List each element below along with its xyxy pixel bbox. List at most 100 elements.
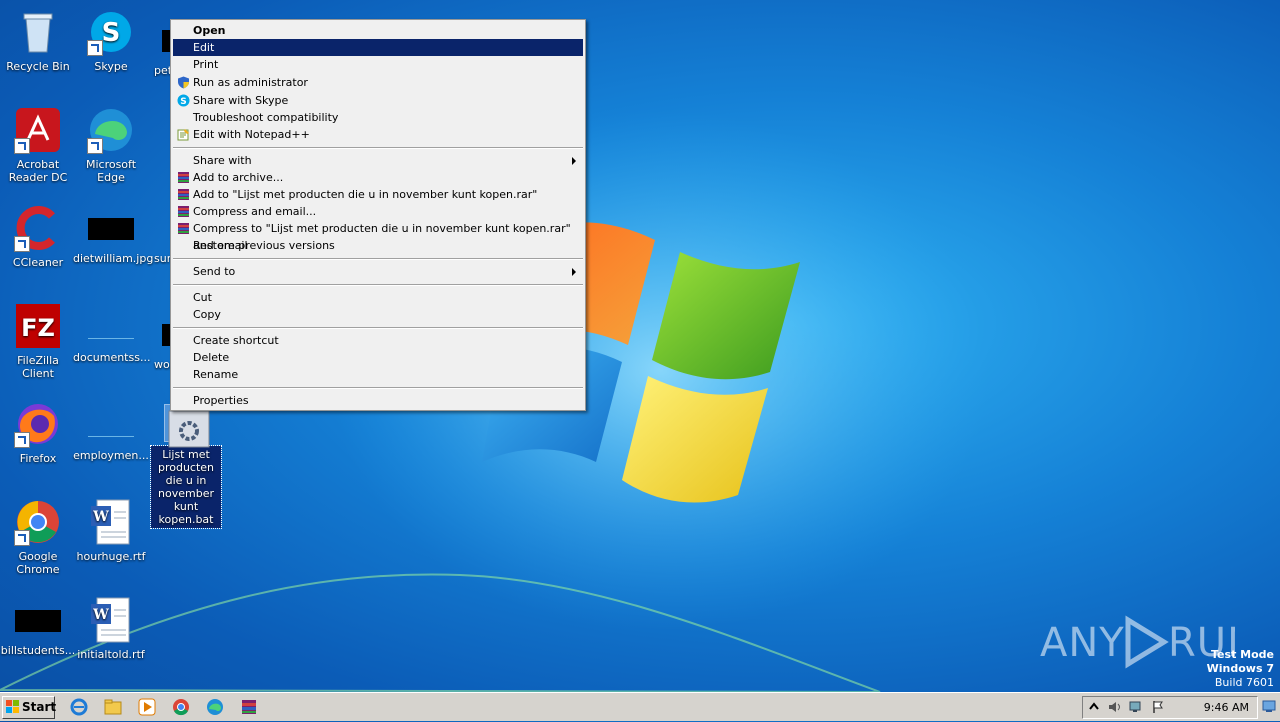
desktop-icon-label: billstudents... [0, 644, 76, 657]
menu-separator [173, 327, 583, 329]
desktop-icon-label: Recycle Bin [6, 60, 70, 73]
desktop-icon-hourhuge[interactable]: W hourhuge.rtf [73, 498, 149, 563]
winrar-icon [178, 206, 189, 217]
menu-item-label: Run as administrator [193, 76, 308, 89]
taskbar: Start 9:46 AM [0, 692, 1280, 721]
system-tray: 9:46 AM [1082, 696, 1258, 719]
desktop-icon-edge[interactable]: Microsoft Edge [73, 106, 149, 184]
image-thumbnail [88, 218, 134, 240]
desktop-icon-label: FileZilla Client [17, 354, 59, 380]
test-mode-watermark: Test Mode Windows 7 Build 7601 [1207, 648, 1274, 690]
quicklaunch-edge[interactable] [202, 696, 228, 718]
desktop-icon-dietwilliam[interactable]: dietwilliam.jpg [73, 204, 154, 265]
menu-item-label: Rename [193, 368, 239, 381]
menu-item-open[interactable]: Open [173, 22, 583, 39]
desktop-icon-documentss[interactable]: documentss... [73, 302, 151, 364]
context-menu: Open Edit Print Run as administrator S S… [170, 19, 586, 411]
menu-item-compress-to-rar-email[interactable]: Compress to "Lijst met producten die u i… [173, 220, 583, 252]
menu-item-print[interactable]: Print [173, 56, 583, 73]
menu-item-delete[interactable]: Delete [173, 349, 583, 366]
desktop-icon-recycle-bin[interactable]: Recycle Bin [0, 8, 76, 73]
menu-item-copy[interactable]: Copy [173, 306, 583, 323]
desktop-icon-label: documentss... [73, 351, 151, 364]
menu-item-label: Edit with Notepad++ [193, 128, 310, 141]
notepadpp-icon [177, 129, 189, 141]
desktop-icon-billstudents[interactable]: billstudents... [0, 596, 76, 657]
menu-item-add-to-rar[interactable]: Add to "Lijst met producten die u in nov… [173, 186, 583, 203]
shortcut-arrow-icon [14, 530, 30, 546]
submenu-arrow-icon [572, 268, 576, 276]
menu-item-compress-email[interactable]: Compress and email... [173, 203, 583, 220]
desktop-icon-skype[interactable]: S Skype [73, 8, 149, 73]
desktop-icon-selected-bat[interactable]: Lijst met producten die u in november ku… [148, 404, 224, 529]
network-icon[interactable] [1129, 700, 1143, 714]
menu-item-label: Share with [193, 154, 252, 167]
file-thumbnail [88, 412, 134, 437]
action-center-flag-icon[interactable] [1151, 700, 1165, 714]
svg-text:W: W [92, 509, 109, 525]
quicklaunch-media-player[interactable] [134, 696, 160, 718]
desktop-icon-label: initialtold.rtf [77, 648, 145, 661]
desktop-icon-employmen[interactable]: employmen... [73, 400, 149, 462]
menu-item-run-as-admin[interactable]: Run as administrator [173, 74, 583, 91]
menu-item-label: Restore previous versions [193, 239, 335, 252]
explorer-icon [104, 699, 122, 715]
watermark-line: Windows 7 [1206, 662, 1274, 675]
desktop-icon-label: Skype [94, 60, 128, 73]
skype-icon: S [177, 94, 190, 107]
menu-item-label: Compress and email... [193, 205, 317, 218]
desktop-icon-label: Lijst met producten die u in november ku… [150, 445, 222, 529]
menu-item-label: Troubleshoot compatibility [193, 111, 339, 124]
clock[interactable]: 9:46 AM [1204, 701, 1249, 714]
winrar-icon [178, 189, 189, 200]
menu-item-share-skype[interactable]: S Share with Skype [173, 92, 583, 109]
menu-separator [173, 387, 583, 389]
winrar-icon [178, 223, 189, 234]
shortcut-arrow-icon [14, 138, 30, 154]
desktop-icon-label: Firefox [19, 452, 57, 465]
desktop-icon-label: hourhuge.rtf [76, 550, 146, 563]
desktop-icon-chrome[interactable]: Google Chrome [0, 498, 76, 576]
recycle-bin-icon [23, 13, 53, 53]
menu-item-create-shortcut[interactable]: Create shortcut [173, 332, 583, 349]
desktop-icon-initialtold[interactable]: W initialtold.rtf [73, 596, 149, 661]
quicklaunch-explorer[interactable] [100, 696, 126, 718]
menu-item-cut[interactable]: Cut [173, 289, 583, 306]
ie-icon [70, 698, 88, 716]
menu-item-restore-versions[interactable]: Restore previous versions [173, 237, 583, 254]
menu-item-label: Print [193, 58, 219, 71]
quicklaunch-ie[interactable] [66, 696, 92, 718]
submenu-arrow-icon [572, 157, 576, 165]
menu-separator [173, 284, 583, 286]
desktop-icon-filezilla[interactable]: FZ FileZilla Client [0, 302, 76, 380]
menu-item-label: Send to [193, 265, 236, 278]
menu-item-share-with[interactable]: Share with [173, 152, 583, 169]
quicklaunch-chrome[interactable] [168, 696, 194, 718]
menu-item-troubleshoot[interactable]: Troubleshoot compatibility [173, 109, 583, 126]
desktop-icon-label: dietwilliam.jpg [73, 252, 154, 265]
svg-text:FZ: FZ [21, 314, 55, 342]
desktop-icon-ccleaner[interactable]: CCleaner [0, 204, 76, 269]
menu-item-label: Create shortcut [193, 334, 279, 347]
show-desktop-icon[interactable] [1262, 699, 1276, 713]
menu-item-label: Copy [193, 308, 221, 321]
quicklaunch-winrar[interactable] [236, 696, 262, 718]
start-button[interactable]: Start [2, 696, 57, 719]
volume-icon[interactable] [1107, 700, 1121, 714]
menu-item-notepadpp[interactable]: Edit with Notepad++ [173, 126, 583, 143]
menu-item-label: Share with Skype [193, 94, 289, 107]
shortcut-arrow-icon [87, 138, 103, 154]
menu-item-send-to[interactable]: Send to [173, 263, 583, 280]
word-document-icon: W [91, 597, 130, 643]
desktop-icon-firefox[interactable]: Firefox [0, 400, 76, 465]
menu-separator [173, 258, 583, 260]
menu-item-rename[interactable]: Rename [173, 366, 583, 383]
menu-item-properties[interactable]: Properties [173, 392, 583, 409]
menu-item-edit[interactable]: Edit [173, 39, 583, 56]
filezilla-icon: FZ [16, 304, 60, 348]
start-label: Start [22, 700, 57, 714]
menu-item-add-archive[interactable]: Add to archive... [173, 169, 583, 186]
show-hidden-icons-icon[interactable] [1087, 700, 1101, 714]
menu-item-label: Cut [193, 291, 212, 304]
desktop-icon-acrobat[interactable]: Acrobat Reader DC [0, 106, 76, 184]
